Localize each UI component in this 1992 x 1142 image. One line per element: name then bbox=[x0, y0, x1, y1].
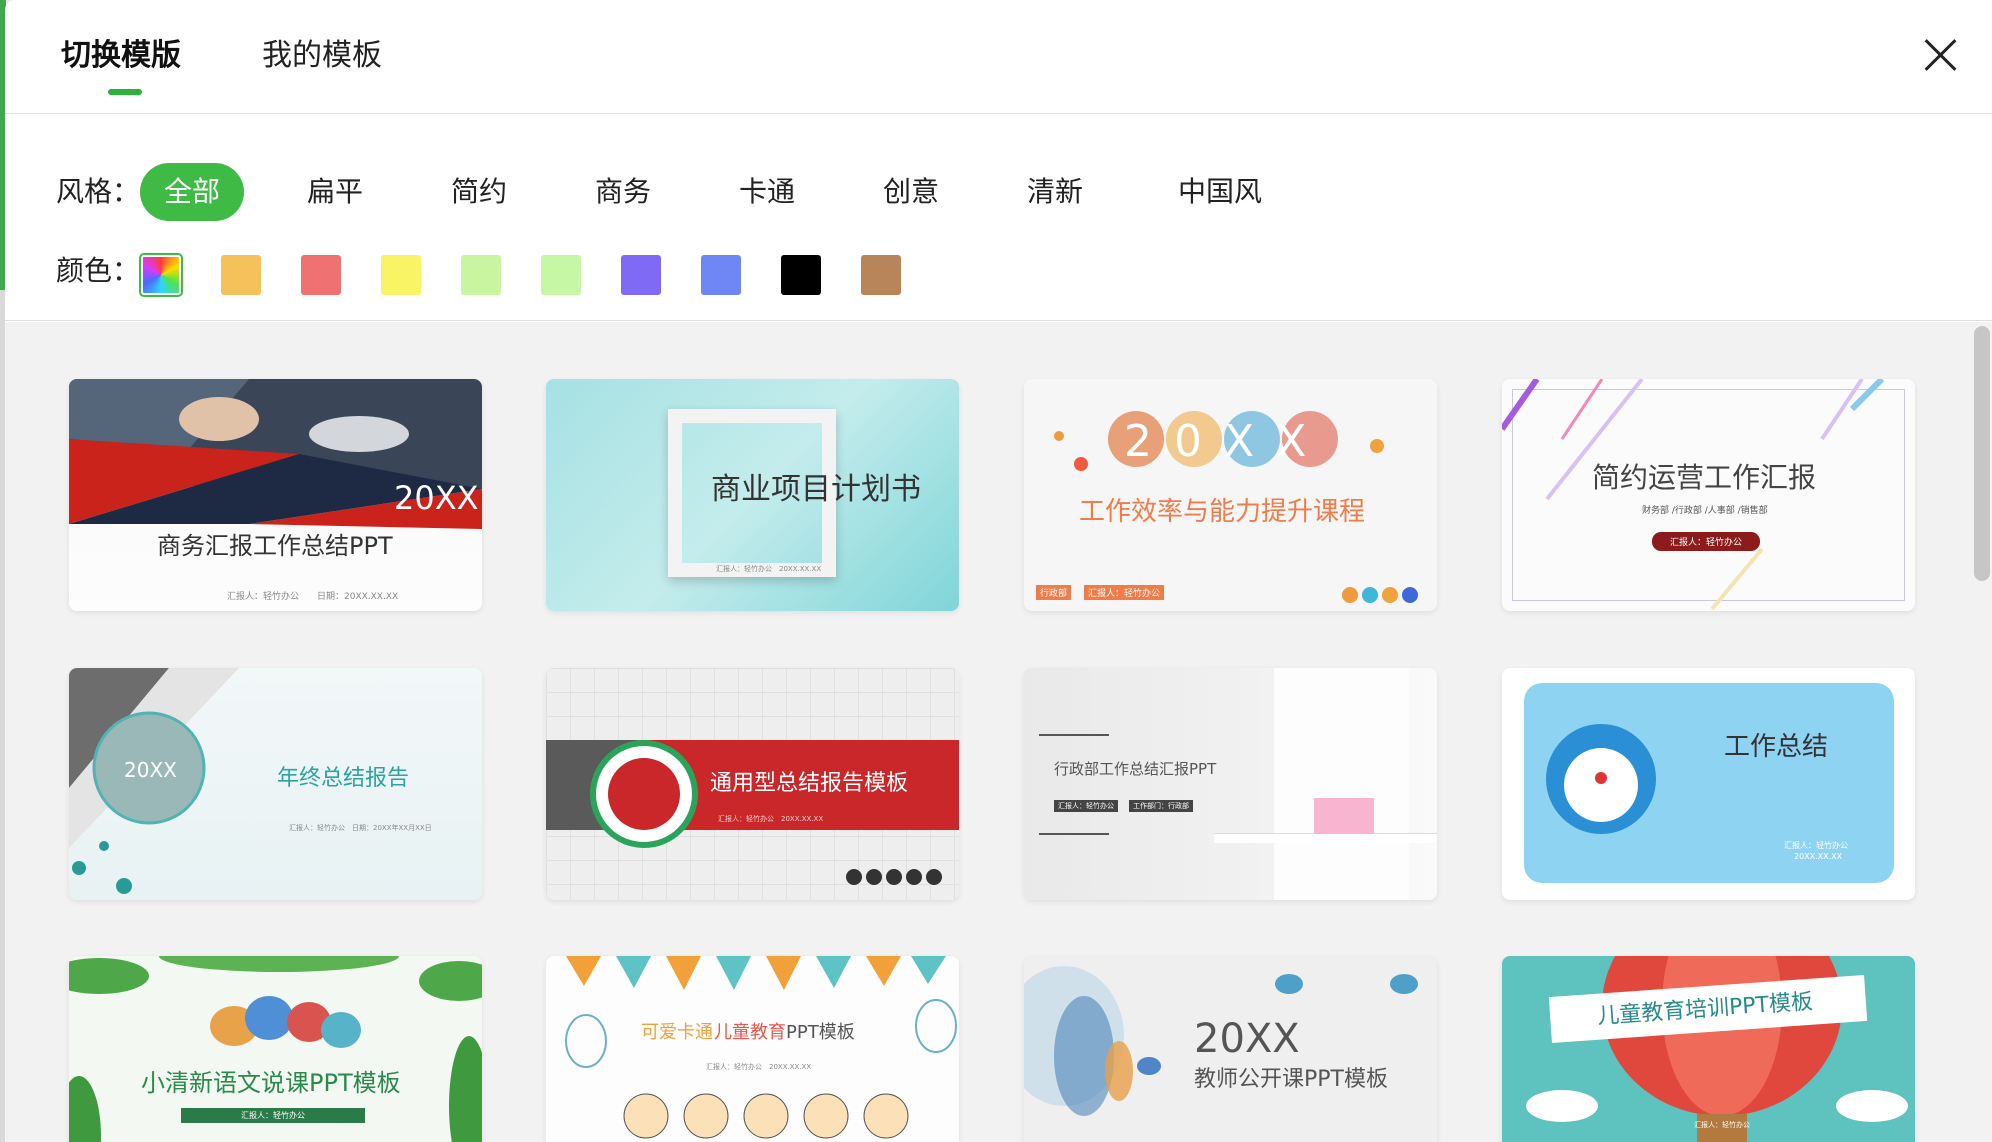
template-grid: 20XX 商务汇报工作总结PPT 汇报人：轻竹办公 日期：20XX.XX.XX … bbox=[5, 322, 1992, 1142]
color-swatch-orange[interactable] bbox=[221, 255, 261, 295]
color-swatch-purple[interactable] bbox=[621, 255, 661, 295]
card-title: 教师公开课PPT模板 bbox=[1194, 1067, 1388, 1092]
runner-icon-inner bbox=[608, 758, 680, 830]
color-swatch-all[interactable] bbox=[139, 253, 183, 297]
color-swatch-green[interactable] bbox=[541, 255, 581, 295]
active-tab-indicator bbox=[108, 89, 142, 95]
card-title: 商务汇报工作总结PPT bbox=[157, 532, 393, 560]
decoration-dot bbox=[1342, 587, 1358, 603]
style-option-cartoon[interactable]: 卡通 bbox=[717, 163, 817, 221]
card-subtitle: 汇报人：轻竹办公 20XX.XX.XX bbox=[716, 565, 822, 573]
color-swatch-yellow[interactable] bbox=[381, 255, 421, 295]
style-option-chinese[interactable]: 中国风 bbox=[1165, 163, 1275, 221]
card-tag: 工作部门：行政部 bbox=[1129, 800, 1193, 812]
template-card[interactable]: 20XX 商务汇报工作总结PPT 汇报人：轻竹办公 日期：20XX.XX.XX bbox=[69, 379, 482, 611]
rule bbox=[1039, 734, 1109, 736]
decoration-dot bbox=[866, 869, 882, 885]
card-subtitle: 汇报人：轻竹办公 bbox=[1784, 841, 1848, 850]
template-card[interactable]: 20XX 年终总结报告 汇报人：轻竹办公 日期：20XX年XX月XX日 bbox=[69, 668, 482, 900]
card-subtitle-date: 20XX.XX.XX bbox=[1794, 852, 1843, 861]
decoration-dot bbox=[1370, 439, 1384, 453]
rule bbox=[1039, 833, 1109, 835]
city-circle-image bbox=[69, 668, 239, 894]
card-title-part-b: 儿童教育 bbox=[714, 1022, 786, 1043]
color-swatch-black[interactable] bbox=[781, 255, 821, 295]
template-card[interactable]: 商业项目计划书 汇报人：轻竹办公 20XX.XX.XX bbox=[546, 379, 959, 611]
decoration-dot bbox=[1074, 457, 1088, 471]
tab-my-templates[interactable]: 我的模板 bbox=[262, 34, 382, 78]
card-badge: 20XX bbox=[1124, 416, 1329, 467]
decoration-dot bbox=[906, 869, 922, 885]
template-card[interactable]: 20XX 工作效率与能力提升课程 行政部 汇报人：轻竹办公 bbox=[1024, 379, 1437, 611]
card-badge: 20XX bbox=[1194, 1016, 1300, 1062]
decoration-dot bbox=[846, 869, 862, 885]
decoration-dot bbox=[926, 869, 942, 885]
template-card[interactable]: 儿童教育培训PPT模板 汇报人：轻竹办公 bbox=[1502, 956, 1915, 1142]
card-title: 商业项目计划书 bbox=[711, 472, 921, 507]
template-card[interactable]: 行政部工作总结汇报PPT 汇报人：轻竹办公 工作部门：行政部 bbox=[1024, 668, 1437, 900]
color-swatch-red[interactable] bbox=[301, 255, 341, 295]
card-subtitle: 财务部 /行政部 /人事部 /销售部 bbox=[1642, 506, 1768, 516]
card-subtitle: 汇报人：轻竹办公 日期：20XX.XX.XX bbox=[227, 592, 399, 602]
decoration-dot bbox=[1402, 587, 1418, 603]
scrollbar-thumb[interactable] bbox=[1974, 326, 1990, 581]
close-icon[interactable] bbox=[1920, 34, 1960, 74]
card-title-part-c: PPT模板 bbox=[786, 1022, 855, 1043]
card-subtitle: 汇报人：轻竹办公 20XX.XX.XX bbox=[706, 1063, 812, 1071]
card-subtitle: 汇报人：轻竹办公 日期：20XX年XX月XX日 bbox=[289, 824, 432, 832]
color-filter-label: 颜色： bbox=[56, 254, 141, 287]
style-option-fresh[interactable]: 清新 bbox=[1005, 163, 1105, 221]
card-pill: 汇报人：轻竹办公 bbox=[181, 1108, 365, 1123]
card-title: 通用型总结报告模板 bbox=[710, 771, 909, 796]
window-image bbox=[1274, 668, 1409, 900]
doraemon-nose bbox=[1595, 772, 1607, 784]
template-card[interactable]: 工作总结 汇报人：轻竹办公 20XX.XX.XX bbox=[1502, 668, 1915, 900]
card-title: 工作总结 bbox=[1724, 732, 1829, 762]
laptop-image bbox=[1314, 798, 1374, 834]
card-title: 年终总结报告 bbox=[277, 766, 410, 791]
doraemon-face bbox=[1564, 748, 1638, 822]
card-tag: 汇报人：轻竹办公 bbox=[1084, 585, 1165, 600]
card-title: 小清新语文说课PPT模板 bbox=[141, 1069, 401, 1097]
decoration-dot bbox=[1054, 431, 1064, 441]
card-badge: 20XX bbox=[124, 758, 177, 782]
template-card[interactable]: 通用型总结报告模板 汇报人：轻竹办公 20XX.XX.XX bbox=[546, 668, 959, 900]
style-option-simple[interactable]: 简约 bbox=[429, 163, 529, 221]
template-card[interactable]: 简约运营工作汇报 财务部 /行政部 /人事部 /销售部 汇报人：轻竹办公 bbox=[1502, 379, 1915, 611]
template-card[interactable]: 20XX 教师公开课PPT模板 bbox=[1024, 956, 1437, 1142]
desk-image bbox=[1214, 833, 1437, 843]
template-card[interactable]: 可爱卡通 儿童教育 PPT模板 汇报人：轻竹办公 20XX.XX.XX bbox=[546, 956, 959, 1142]
style-option-flat[interactable]: 扁平 bbox=[285, 163, 385, 221]
decoration-dot bbox=[886, 869, 902, 885]
bunting-balloons-image bbox=[565, 956, 957, 1139]
decoration-dot bbox=[1382, 587, 1398, 603]
color-swatch-blue[interactable] bbox=[701, 255, 741, 295]
card-tag: 行政部 bbox=[1036, 585, 1072, 600]
template-switch-dialog: 切换模版 我的模板 风格： 全部 扁平 简约 商务 卡通 创意 清新 中国风 颜… bbox=[5, 0, 1992, 1142]
style-option-all[interactable]: 全部 bbox=[140, 163, 244, 221]
tab-switch-template[interactable]: 切换模版 bbox=[61, 34, 181, 78]
decoration-dot bbox=[1362, 587, 1378, 603]
card-title: 工作效率与能力提升课程 bbox=[1079, 497, 1366, 527]
style-option-creative[interactable]: 创意 bbox=[861, 163, 961, 221]
dialog-header: 切换模版 我的模板 bbox=[5, 0, 1992, 114]
style-filter-label: 风格： bbox=[56, 175, 141, 208]
color-swatch-brown[interactable] bbox=[861, 255, 901, 295]
filter-panel: 风格： 全部 扁平 简约 商务 卡通 创意 清新 中国风 颜色： bbox=[5, 115, 1992, 321]
card-title-part-a: 可爱卡通 bbox=[641, 1022, 713, 1043]
card-badge: 20XX bbox=[394, 479, 479, 517]
card-title: 行政部工作总结汇报PPT bbox=[1054, 760, 1217, 778]
card-title: 简约运营工作汇报 bbox=[1592, 461, 1817, 494]
color-swatch-light-green[interactable] bbox=[461, 255, 501, 295]
style-option-business[interactable]: 商务 bbox=[573, 163, 673, 221]
card-pill: 汇报人：轻竹办公 bbox=[1652, 532, 1761, 551]
template-card[interactable]: 小清新语文说课PPT模板 汇报人：轻竹办公 bbox=[69, 956, 482, 1142]
card-subtitle: 汇报人：轻竹办公 20XX.XX.XX bbox=[718, 815, 824, 823]
card-tag: 汇报人：轻竹办公 bbox=[1054, 800, 1118, 812]
card-subtitle: 汇报人：轻竹办公 bbox=[1694, 1121, 1750, 1129]
